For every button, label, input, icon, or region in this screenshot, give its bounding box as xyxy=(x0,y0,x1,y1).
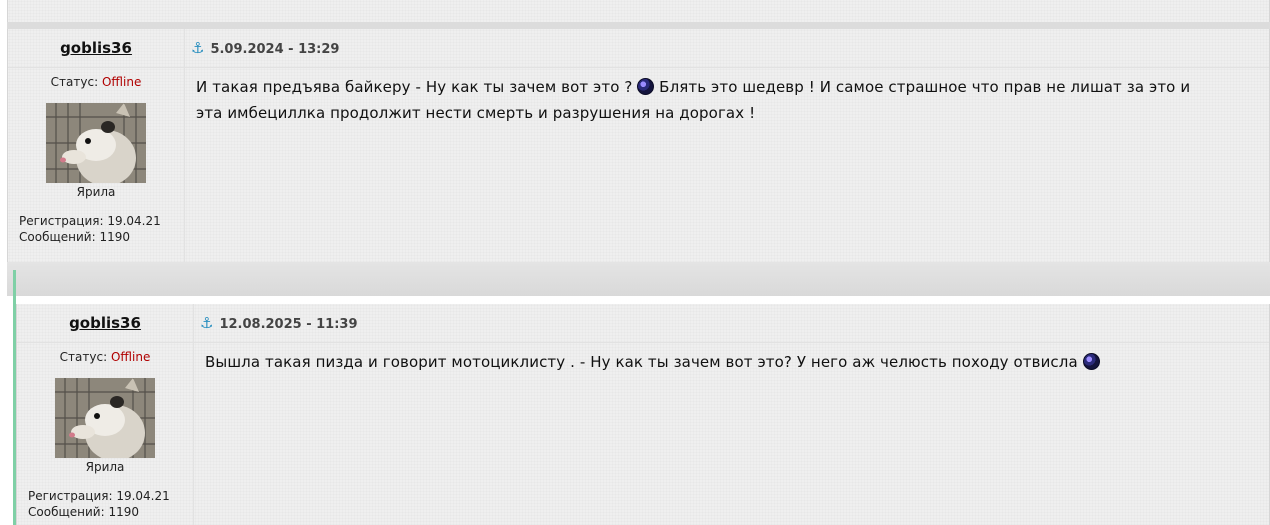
messages-count: 1190 xyxy=(108,505,139,519)
messages-count: 1190 xyxy=(99,230,130,244)
opossum-avatar-image xyxy=(55,378,155,458)
opossum-avatar-image xyxy=(46,103,146,183)
messages-label: Сообщений: xyxy=(19,230,100,244)
post-content: ⚓ 12.08.2025 - 11:39 Вышла такая пизда и … xyxy=(194,304,1269,525)
post-separator xyxy=(7,262,1270,296)
messages-label: Сообщений: xyxy=(28,505,109,519)
username-cell: goblis36 xyxy=(8,29,184,68)
status-offline-badge: Offline xyxy=(110,350,151,364)
user-status: Статус: Offline xyxy=(8,75,184,89)
anchor-icon[interactable]: ⚓ xyxy=(191,39,204,57)
user-meta: Регистрация: 19.04.21 Сообщений: 1190 xyxy=(28,488,193,520)
messages-info: Сообщений: 1190 xyxy=(19,229,184,245)
username-link[interactable]: goblis36 xyxy=(69,314,141,332)
user-rank: Ярила xyxy=(85,460,125,474)
registration-date: 19.04.21 xyxy=(116,489,170,503)
anchor-icon[interactable]: ⚓ xyxy=(200,314,213,332)
avatar[interactable] xyxy=(46,103,146,183)
post-content: ⚓ 5.09.2024 - 13:29 И такая предъява байк… xyxy=(185,29,1269,262)
smiley-icon xyxy=(1082,353,1100,370)
top-separator xyxy=(7,22,1270,29)
status-label: Статус: xyxy=(59,350,111,364)
user-rank: Ярила xyxy=(76,185,116,199)
post-date: 12.08.2025 - 11:39 xyxy=(219,317,358,332)
username-link[interactable]: goblis36 xyxy=(60,39,132,57)
post-1: goblis36 Статус: Offline Ярила Регистрац… xyxy=(7,29,1270,262)
post-author-panel: goblis36 Статус: Offline Ярила Регистрац… xyxy=(17,304,194,525)
smiley-icon xyxy=(637,78,655,95)
post-body: И такая предъява байкеру - Ну как ты зач… xyxy=(185,68,1212,126)
registration-info: Регистрация: 19.04.21 xyxy=(19,213,184,229)
post-header: ⚓ 5.09.2024 - 13:29 xyxy=(185,29,1269,68)
top-strip xyxy=(7,0,1270,22)
user-status: Статус: Offline xyxy=(17,350,193,364)
post-date: 5.09.2024 - 13:29 xyxy=(210,42,340,57)
user-meta: Регистрация: 19.04.21 Сообщений: 1190 xyxy=(19,213,184,245)
registration-label: Регистрация: xyxy=(19,214,108,228)
username-cell: goblis36 xyxy=(17,304,193,343)
post-2: goblis36 Статус: Offline Ярила Регистрац… xyxy=(16,304,1270,525)
messages-info: Сообщений: 1190 xyxy=(28,504,193,520)
post-body: Вышла такая пизда и говорит мотоциклисту… xyxy=(194,343,1221,375)
post-text-part-1: Вышла такая пизда и говорит мотоциклисту… xyxy=(205,353,1078,371)
registration-label: Регистрация: xyxy=(28,489,117,503)
post-header: ⚓ 12.08.2025 - 11:39 xyxy=(194,304,1269,343)
registration-date: 19.04.21 xyxy=(107,214,161,228)
avatar[interactable] xyxy=(55,378,155,458)
registration-info: Регистрация: 19.04.21 xyxy=(28,488,193,504)
post-author-panel: goblis36 Статус: Offline Ярила Регистрац… xyxy=(8,29,185,262)
post-text-part-1: И такая предъява байкеру - Ну как ты зач… xyxy=(196,78,633,96)
status-offline-badge: Offline xyxy=(101,75,142,89)
status-label: Статус: xyxy=(50,75,102,89)
